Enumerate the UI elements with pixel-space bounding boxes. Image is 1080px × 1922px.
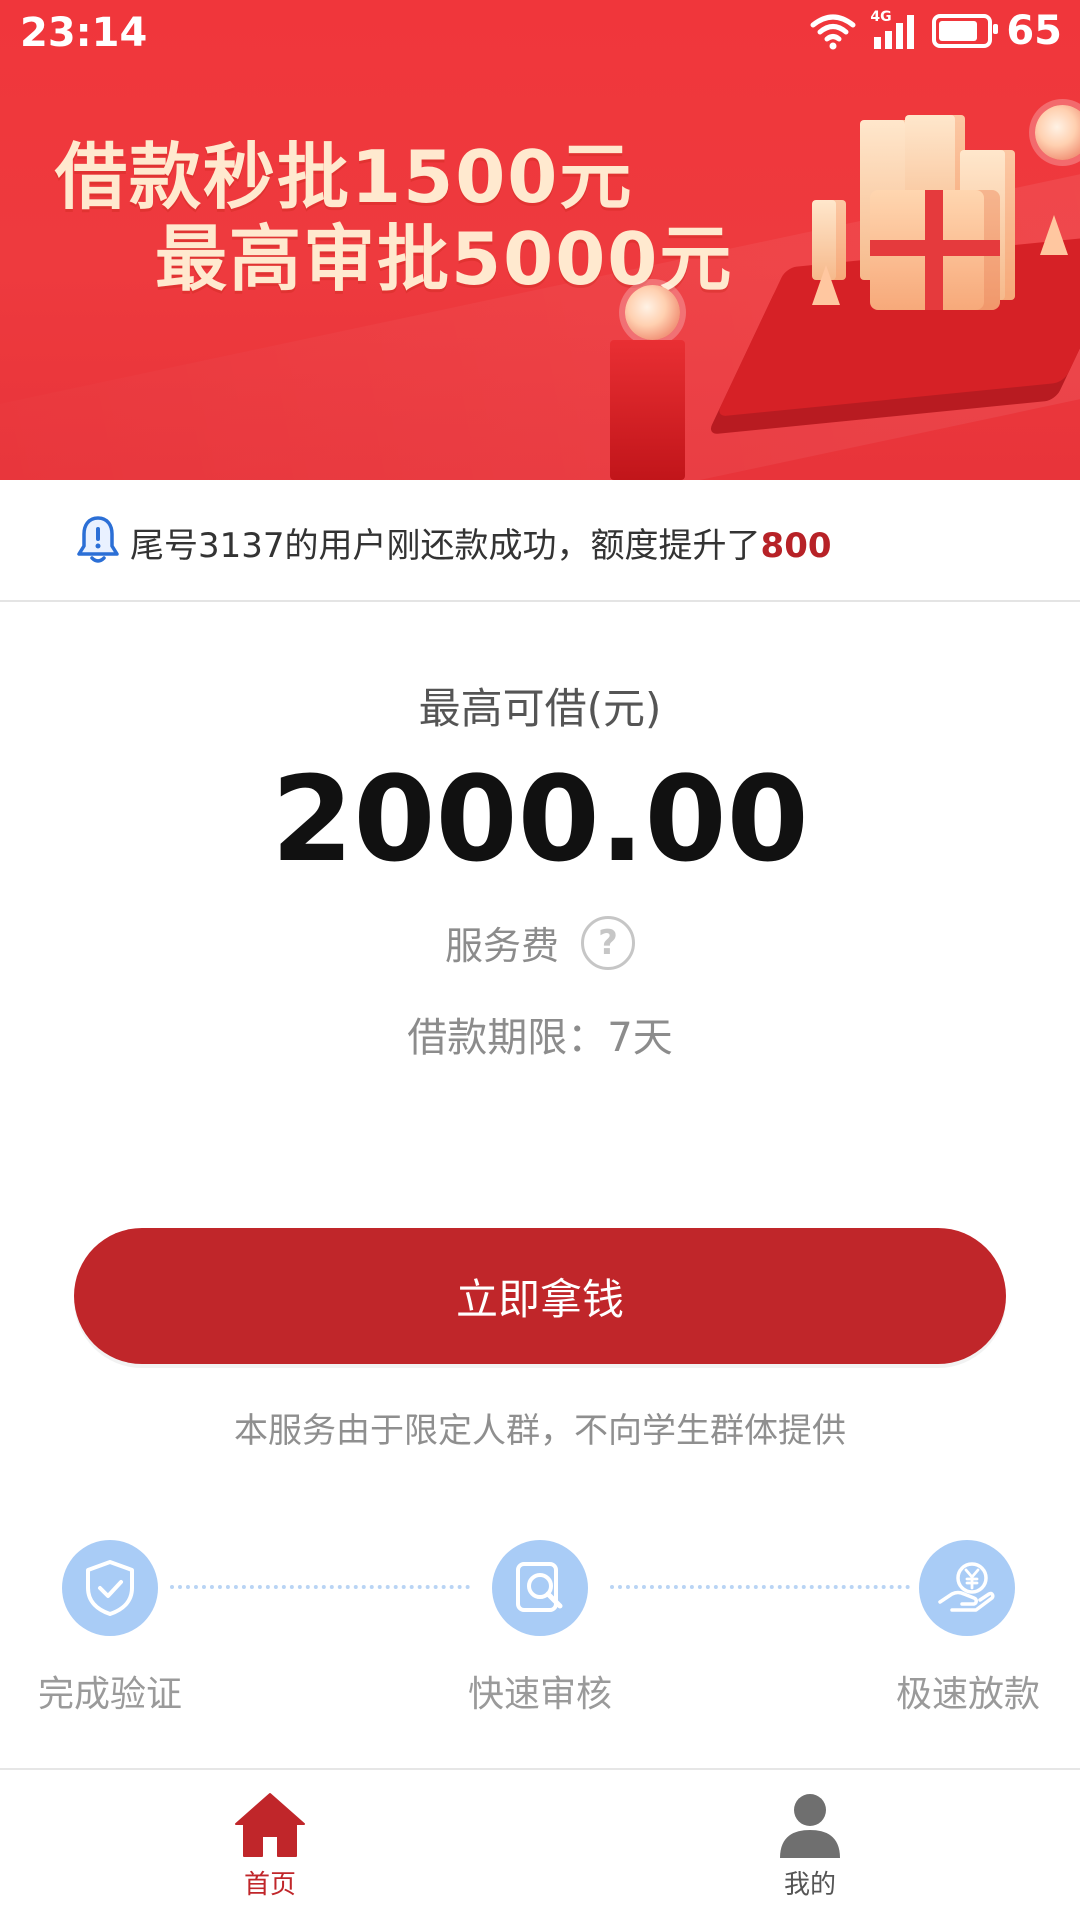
notice-message: 尾号3137的用户刚还款成功，额度提升了800 xyxy=(130,518,832,567)
step-label: 极速放款 xyxy=(895,1674,1040,1715)
nav-home[interactable]: 首页 xyxy=(210,1790,330,1901)
battery-icon xyxy=(932,14,999,48)
wifi-icon xyxy=(810,14,856,50)
bottom-nav xyxy=(0,1768,1080,1922)
network-type: 4G xyxy=(870,9,892,25)
nav-home-label: 首页 xyxy=(243,1870,296,1900)
service-fee-row: 服务费 ? xyxy=(0,915,1080,970)
step-label: 快速审核 xyxy=(467,1674,612,1715)
step-payout-circle xyxy=(919,1540,1015,1636)
magnify-doc-icon xyxy=(516,1562,563,1612)
cellular-signal-icon: 4G xyxy=(870,9,918,51)
service-fee-label: 服务费 xyxy=(444,924,559,968)
coin-icon xyxy=(1035,105,1080,160)
loan-term: 借款期限：7天 xyxy=(407,1015,673,1061)
illustration-document xyxy=(610,340,685,480)
coin-icon xyxy=(625,285,680,340)
question-circle-icon[interactable]: ? xyxy=(581,915,635,970)
user-icon xyxy=(780,1794,840,1858)
max-borrow-label: 最高可借(元) xyxy=(418,684,662,733)
step-connector xyxy=(610,1585,910,1589)
tree-icon xyxy=(1040,215,1068,255)
step-review-circle xyxy=(492,1540,588,1636)
notice-text: 尾号3137的用户刚还款成功，额度提升了 xyxy=(130,526,761,566)
step-label: 完成验证 xyxy=(37,1674,182,1715)
status-time: 23:14 xyxy=(20,10,148,56)
hero-banner[interactable]: 23:14 4G 65 借款秒批1500元 最高审批5000元 xyxy=(0,0,1080,480)
gift-ribbon xyxy=(870,240,1000,256)
status-icons: 4G 65 xyxy=(810,8,1062,54)
shield-check-icon xyxy=(86,1560,134,1616)
service-disclaimer: 本服务由于限定人群，不向学生群体提供 xyxy=(234,1411,846,1451)
nav-profile[interactable]: 我的 xyxy=(750,1790,870,1901)
notice-highlight: 800 xyxy=(760,526,832,566)
step-connector xyxy=(170,1585,470,1589)
loan-amount: 2000.00 xyxy=(271,750,809,888)
nav-profile-label: 我的 xyxy=(783,1870,836,1900)
home-icon xyxy=(235,1793,305,1857)
step-verify-circle xyxy=(62,1540,158,1636)
battery-level: 65 xyxy=(1006,8,1062,54)
get-money-button[interactable]: 立即拿钱 xyxy=(74,1228,1006,1364)
yen-hand-icon xyxy=(938,1562,995,1612)
tree-icon xyxy=(812,265,840,305)
bell-icon xyxy=(77,516,119,563)
